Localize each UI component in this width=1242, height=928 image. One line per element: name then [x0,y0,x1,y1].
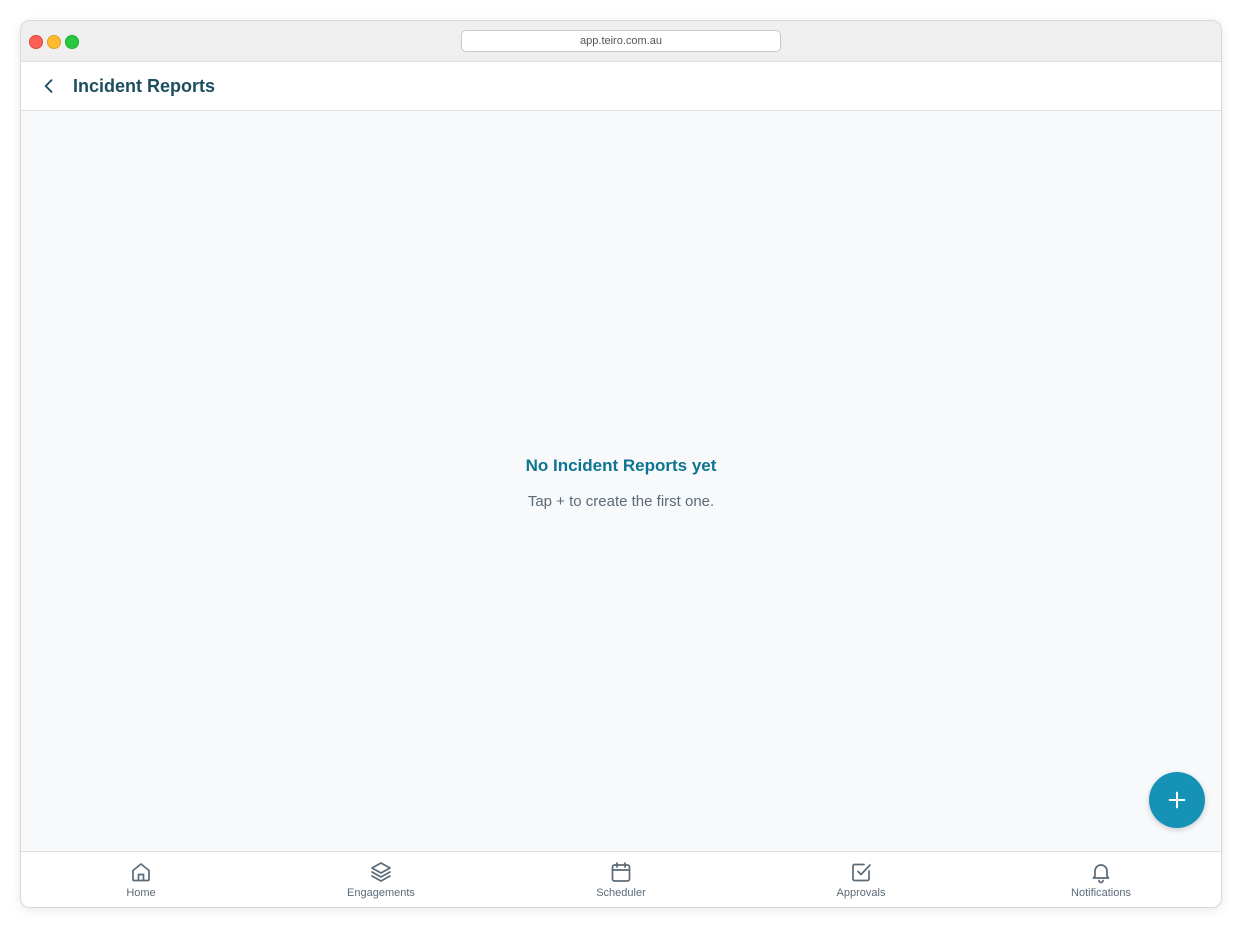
tab-notifications-label: Notifications [1071,887,1131,899]
tab-scheduler[interactable]: Scheduler [501,852,741,907]
tab-approvals[interactable]: Approvals [741,852,981,907]
browser-titlebar: app.teiro.com.au [21,21,1221,62]
minimize-window-button[interactable] [47,35,61,49]
page-title: Incident Reports [73,76,216,96]
add-incident-report-button[interactable] [1149,772,1205,828]
browser-window: app.teiro.com.au Incident Reports No Inc… [20,20,1222,908]
maximize-window-button[interactable] [65,35,79,49]
checkbox-icon [852,863,871,882]
bottom-tab-bar: Home Engagements Scheduler Approvals Not… [21,851,1221,907]
app-header: Incident Reports [21,62,1221,111]
tab-engagements[interactable]: Engagements [261,852,501,907]
tab-home-label: Home [126,887,156,899]
close-window-button[interactable] [29,35,43,49]
tab-engagements-label: Engagements [347,887,415,899]
bell-icon [1092,864,1110,884]
tab-home[interactable]: Home [21,852,261,907]
address-bar[interactable]: app.teiro.com.au [461,30,781,52]
tab-approvals-label: Approvals [836,887,886,899]
main-content: No Incident Reports yet Tap + to create … [21,111,1221,851]
tab-notifications[interactable]: Notifications [981,852,1221,907]
home-icon [132,863,150,882]
tab-scheduler-label: Scheduler [596,887,646,899]
empty-state-title: No Incident Reports yet [525,456,717,475]
chevron-left-icon [44,79,53,93]
empty-state-subtitle: Tap + to create the first one. [527,493,715,510]
plus-icon [1168,791,1186,809]
calendar-icon [611,862,631,882]
layers-icon [371,862,391,882]
back-button[interactable] [37,74,61,98]
